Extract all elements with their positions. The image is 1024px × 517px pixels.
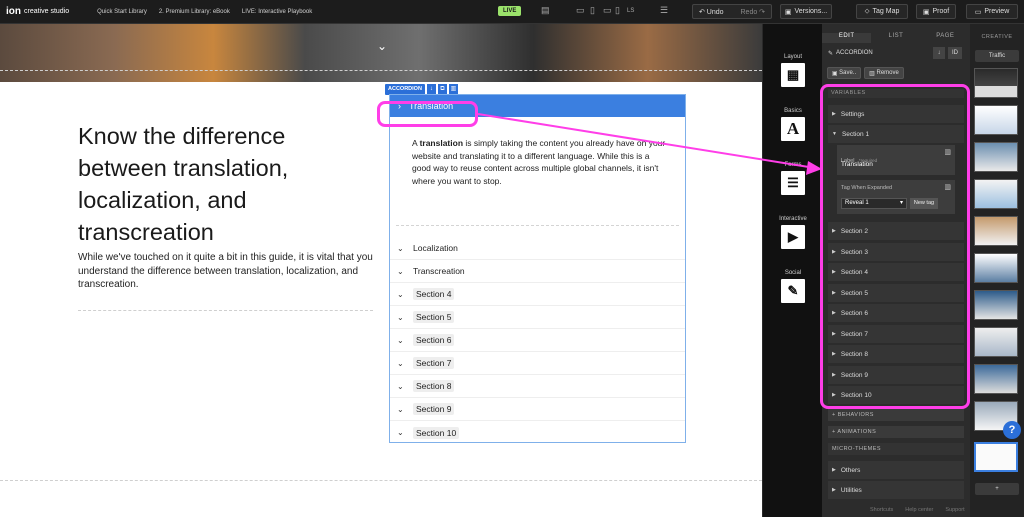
annotation-arrow-head [806,161,822,175]
annotation-arrow-line [477,113,816,169]
annotation-arrow [477,113,822,175]
